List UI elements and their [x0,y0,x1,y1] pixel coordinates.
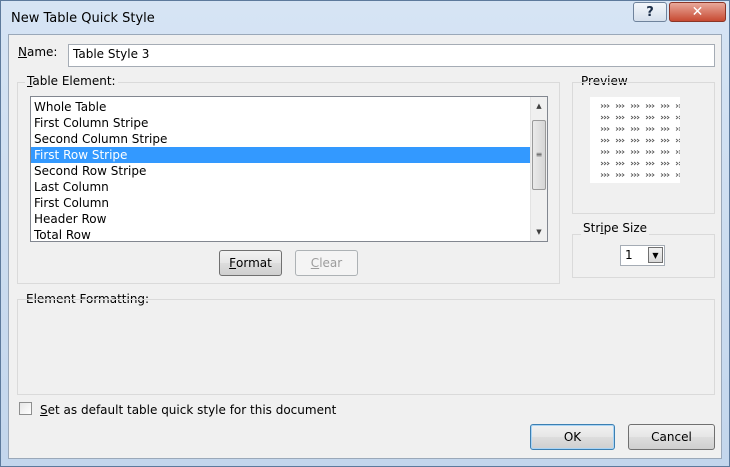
list-item[interactable]: Last Column [31,179,547,195]
close-icon: ✕ [691,4,704,20]
name-label: Name: [18,45,58,59]
table-element-list[interactable]: Whole Table First Column Stripe Second Col… [30,96,548,242]
preview-cell-icon [630,150,640,154]
stripe-size-value: 1 [625,248,633,262]
table-element-label: Table Element: [25,74,118,88]
preview-cell-icon [600,127,610,131]
element-formatting-group [17,299,715,395]
list-item[interactable]: First Column [31,195,547,211]
preview-cell-icon [630,173,640,177]
scroll-thumb[interactable]: ≡ [532,120,546,190]
list-item[interactable]: Total Row [31,227,547,241]
help-icon: ? [646,4,654,20]
dropdown-arrow-icon[interactable]: ▼ [648,247,663,263]
preview-cell-icon [645,161,655,166]
preview-cell-icon [615,138,625,143]
scroll-up-arrow-icon[interactable]: ▲ [531,98,547,114]
preview-cell-icon [615,150,625,154]
preview-cell-icon [615,127,625,131]
dialog-client-area: Name: Table Style 3 Table Element: Whole… [8,34,722,459]
preview-cell-icon [645,127,655,131]
list-items-container: Whole Table First Column Stripe Second Col… [31,97,547,241]
preview-cell-icon [600,138,610,143]
list-item[interactable]: First Column Stripe [31,115,547,131]
preview-cell-icon [675,104,685,108]
format-button[interactable]: Format [219,250,282,276]
preview-cell-icon [675,173,685,177]
preview-cell-icon [615,161,625,166]
list-item[interactable]: Second Row Stripe [31,163,547,179]
stripe-size-select[interactable]: 1 ▼ [620,245,665,266]
default-style-label[interactable]: Set as default table quick style for thi… [40,403,336,417]
preview-cell-icon [675,150,685,154]
scroll-down-arrow-icon[interactable]: ▼ [531,224,547,240]
preview-cell-icon [660,138,670,143]
preview-cell-icon [660,127,670,131]
close-button[interactable]: ✕ [669,2,726,22]
stripe-size-label: Stripe Size [581,221,650,235]
cancel-button[interactable]: Cancel [628,424,715,450]
preview-cell-icon [645,173,655,177]
window-title: New Table Quick Style [11,11,155,26]
preview-cell-icon [675,127,685,131]
default-style-checkbox[interactable] [19,402,32,415]
help-button[interactable]: ? [633,2,667,22]
preview-cell-icon [600,161,610,166]
preview-cell-icon [600,115,610,120]
list-item[interactable]: Second Column Stripe [31,131,547,147]
preview-cell-icon [630,161,640,166]
preview-cell-icon [615,104,625,108]
preview-cell-icon [660,150,670,154]
preview-grid [600,104,685,177]
preview-cell-icon [630,138,640,143]
preview-cell-icon [645,104,655,108]
preview-cell-icon [675,161,685,166]
preview-cell-icon [600,150,610,154]
preview-table [590,97,685,183]
clear-button[interactable]: Clear [295,250,358,276]
list-item[interactable]: First Row Stripe [31,147,547,163]
preview-cell-icon [630,115,640,120]
list-scrollbar[interactable]: ▲ ≡ ▼ [530,97,547,241]
preview-cell-icon [645,115,655,120]
preview-cell-icon [645,150,655,154]
preview-cell-icon [630,104,640,108]
preview-cell-icon [645,138,655,143]
list-item[interactable]: Whole Table [31,99,547,115]
preview-cell-icon [615,115,625,120]
preview-cell-icon [660,161,670,166]
list-item[interactable]: Header Row [31,211,547,227]
preview-cell-icon [600,104,610,108]
name-input[interactable]: Table Style 3 [68,44,715,67]
preview-cell-icon [660,173,670,177]
title-bar[interactable]: New Table Quick Style ? ✕ [1,1,729,35]
preview-cell-icon [675,115,685,120]
ok-button[interactable]: OK [530,424,615,450]
preview-cell-icon [615,173,625,177]
preview-cell-icon [600,173,610,177]
preview-cell-icon [660,104,670,108]
preview-cell-icon [630,127,640,131]
preview-cell-icon [660,115,670,120]
grip-icon: ≡ [535,150,543,159]
dialog-window: New Table Quick Style ? ✕ Name: Table St… [0,0,730,467]
preview-cell-icon [675,138,685,143]
